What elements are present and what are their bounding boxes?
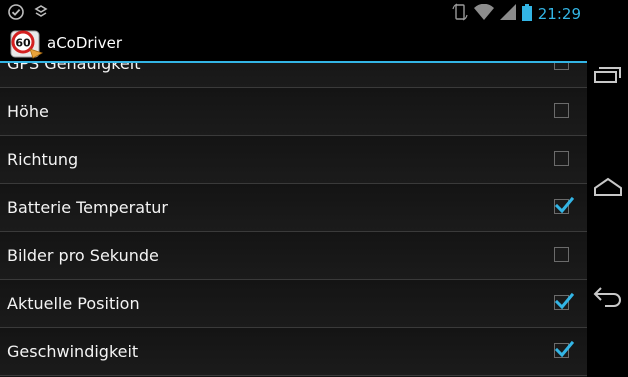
checkbox-unchecked[interactable] [554,247,569,262]
settings-row-label: Höhe [7,102,49,121]
app-screen: 21:29 60 aCoDriver GPS Genauigkeit Höhe Ri… [0,0,587,377]
settings-row[interactable]: Batterie Temperatur [0,184,587,232]
back-icon[interactable] [592,285,624,309]
checkbox-unchecked[interactable] [554,103,569,118]
settings-row[interactable]: Aktuelle Position [0,280,587,328]
app-title: aCoDriver [47,34,122,52]
checkmark-icon [554,340,574,358]
checkbox-checked[interactable] [554,340,574,358]
wifi-icon [473,3,494,24]
status-time: 21:29 [537,5,581,23]
recent-apps-icon[interactable] [592,62,624,86]
settings-row-label: Richtung [7,150,79,169]
settings-row[interactable]: Geschwindigkeit [0,328,587,376]
status-bar: 21:29 [0,0,587,25]
action-bar: 60 aCoDriver [0,25,587,63]
checkbox-unchecked[interactable] [554,151,569,166]
settings-list: GPS Genauigkeit Höhe Richtung Batterie Temp… [0,40,587,376]
settings-row-label: Aktuelle Position [7,294,140,313]
battery-icon [521,3,532,25]
signal-icon [499,4,516,24]
settings-row[interactable]: Richtung [0,136,587,184]
settings-row-label: Geschwindigkeit [7,342,139,361]
settings-row[interactable]: Höhe [0,88,587,136]
settings-row-label: Bilder pro Sekunde [7,246,159,265]
checkbox-checked[interactable] [554,292,574,310]
home-icon[interactable] [592,175,624,199]
checkbox-checked[interactable] [554,196,574,214]
settings-row[interactable]: Bilder pro Sekunde [0,232,587,280]
layers-notification-icon [34,4,48,24]
speed-limit-60-icon[interactable]: 60 [9,29,43,59]
settings-row-label: Batterie Temperatur [7,198,168,217]
checkmark-icon [554,196,574,214]
checkmark-notification-icon [8,4,24,24]
svg-text:60: 60 [15,37,31,50]
navigation-bar [587,0,628,377]
rotation-icon [452,3,468,25]
checkmark-icon [554,292,574,310]
